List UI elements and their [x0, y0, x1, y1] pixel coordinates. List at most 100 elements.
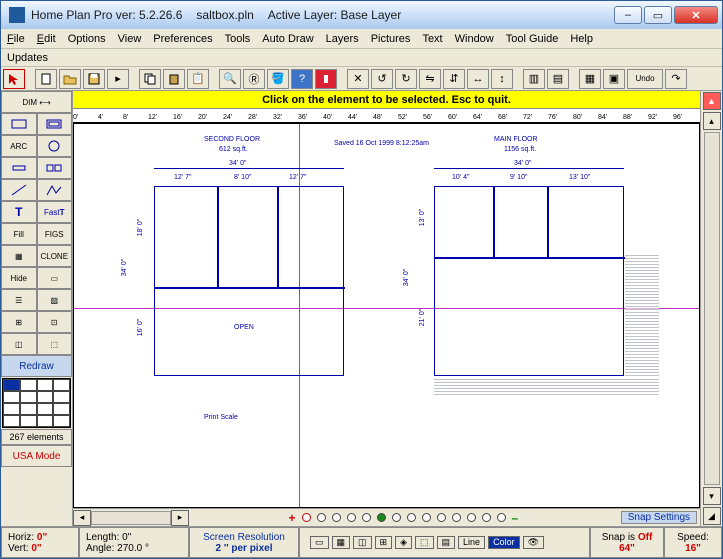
- menu-autodraw[interactable]: Auto Draw: [262, 33, 313, 45]
- align-tool-2[interactable]: ▤: [547, 69, 569, 89]
- clone-button[interactable]: CLONE: [37, 245, 73, 267]
- zoom-dot[interactable]: [347, 513, 356, 522]
- window-tool[interactable]: [37, 157, 73, 179]
- menu-layers[interactable]: Layers: [326, 33, 359, 45]
- menu-options[interactable]: Options: [68, 33, 106, 45]
- redraw-button[interactable]: Redraw: [1, 355, 72, 377]
- color-palette[interactable]: [2, 378, 71, 428]
- maximize-button[interactable]: ▭: [644, 6, 672, 24]
- polyline-tool[interactable]: [37, 179, 73, 201]
- hatch-tool[interactable]: ▦: [1, 245, 37, 267]
- usa-mode-button[interactable]: USA Mode: [1, 445, 72, 467]
- zoom-dot[interactable]: [362, 513, 371, 522]
- help-button[interactable]: ?: [291, 69, 313, 89]
- preview-button[interactable]: 🔍: [219, 69, 241, 89]
- menu-text[interactable]: Text: [422, 33, 442, 45]
- fill-tool[interactable]: 🪣: [267, 69, 289, 89]
- misc-tool-3[interactable]: ◫: [1, 333, 37, 355]
- undo-button[interactable]: Undo: [627, 69, 663, 89]
- pattern-tool[interactable]: ▨: [37, 289, 73, 311]
- status-icon[interactable]: ▤: [437, 536, 456, 550]
- menu-tools[interactable]: Tools: [225, 33, 251, 45]
- status-icon[interactable]: ▭: [310, 536, 329, 550]
- zoom-dot[interactable]: [497, 513, 506, 522]
- menu-window[interactable]: Window: [455, 33, 494, 45]
- exit-button[interactable]: [315, 69, 337, 89]
- align-tool-1[interactable]: ▥: [523, 69, 545, 89]
- v-scroll-track[interactable]: [704, 132, 720, 485]
- open-button[interactable]: [59, 69, 81, 89]
- save-button[interactable]: [83, 69, 105, 89]
- flip-v-button[interactable]: ⇵: [443, 69, 465, 89]
- zoom-dot-current[interactable]: [377, 513, 386, 522]
- flip-h-button[interactable]: ⇋: [419, 69, 441, 89]
- menu-updates[interactable]: Updates: [7, 52, 48, 64]
- arrow-right-icon[interactable]: ▸: [107, 69, 129, 89]
- arc-tool[interactable]: ARC: [1, 135, 37, 157]
- misc-tool-2[interactable]: ⊡: [37, 311, 73, 333]
- redo-button[interactable]: ↷: [665, 69, 687, 89]
- status-icon[interactable]: ◈: [395, 536, 412, 550]
- close-button[interactable]: ✕: [674, 6, 718, 24]
- status-icon[interactable]: ◫: [353, 536, 372, 550]
- color-button[interactable]: Color: [488, 536, 520, 550]
- fast-text-tool[interactable]: FastT: [37, 201, 73, 223]
- scroll-up-button[interactable]: ▴: [703, 112, 721, 130]
- scroll-down-button[interactable]: ▾: [703, 487, 721, 505]
- show-tool[interactable]: ▭: [37, 267, 73, 289]
- menu-edit[interactable]: Edit: [37, 33, 56, 45]
- scroll-right-button[interactable]: ▸: [171, 510, 189, 526]
- misc-tool-4[interactable]: ⬚: [37, 333, 73, 355]
- zoom-out-icon[interactable]: –: [512, 511, 519, 525]
- zoom-dot[interactable]: [467, 513, 476, 522]
- rotate-cw-button[interactable]: ↻: [395, 69, 417, 89]
- status-icon[interactable]: ⬚: [415, 536, 434, 550]
- minimize-button[interactable]: –: [614, 6, 642, 24]
- eye-icon[interactable]: 👁: [523, 536, 544, 550]
- zoom-dot[interactable]: [452, 513, 461, 522]
- copy-button[interactable]: [139, 69, 161, 89]
- pointer-tool[interactable]: [3, 69, 25, 89]
- line-tool[interactable]: [1, 179, 37, 201]
- zoom-dot[interactable]: [407, 513, 416, 522]
- new-button[interactable]: [35, 69, 57, 89]
- dim-v-button[interactable]: ↕: [491, 69, 513, 89]
- paste-button[interactable]: [163, 69, 185, 89]
- dim-tool[interactable]: DIM ⟷: [1, 91, 72, 113]
- menu-preferences[interactable]: Preferences: [153, 33, 212, 45]
- figs-button[interactable]: FIGS: [37, 223, 73, 245]
- misc-tool-1[interactable]: ⊞: [1, 311, 37, 333]
- menu-help[interactable]: Help: [570, 33, 593, 45]
- zoom-dot[interactable]: [422, 513, 431, 522]
- registered-icon[interactable]: Ⓡ: [243, 69, 265, 89]
- scroll-left-button[interactable]: ◂: [73, 510, 91, 526]
- dim-h-button[interactable]: ↔: [467, 69, 489, 89]
- zoom-dot[interactable]: [317, 513, 326, 522]
- zoom-dot[interactable]: [302, 513, 311, 522]
- snap-settings-button[interactable]: Snap Settings: [621, 511, 697, 524]
- marker-up-button[interactable]: ▲: [703, 92, 721, 110]
- layer-tool[interactable]: ▦: [579, 69, 601, 89]
- rect-fill-tool[interactable]: [37, 113, 73, 135]
- status-icon[interactable]: ▦: [332, 536, 351, 550]
- zoom-in-icon[interactable]: +: [289, 511, 296, 525]
- menu-view[interactable]: View: [118, 33, 142, 45]
- clipboard-button[interactable]: 📋: [187, 69, 209, 89]
- zoom-dot[interactable]: [437, 513, 446, 522]
- h-scroll-track[interactable]: [91, 511, 171, 525]
- menu-toolguide[interactable]: Tool Guide: [506, 33, 559, 45]
- rect-tool[interactable]: [1, 113, 37, 135]
- grid-tool[interactable]: ▣: [603, 69, 625, 89]
- fill-button[interactable]: Fill: [1, 223, 37, 245]
- menu-file[interactable]: File: [7, 33, 25, 45]
- zoom-dot[interactable]: [482, 513, 491, 522]
- circle-tool[interactable]: [37, 135, 73, 157]
- status-icon[interactable]: ⊞: [375, 536, 393, 550]
- line-style-button[interactable]: Line: [458, 536, 485, 550]
- door-tool[interactable]: [1, 157, 37, 179]
- stairs-tool[interactable]: ☰: [1, 289, 37, 311]
- zoom-dot[interactable]: [392, 513, 401, 522]
- hide-button[interactable]: Hide: [1, 267, 37, 289]
- zoom-dot[interactable]: [332, 513, 341, 522]
- rotate-ccw-button[interactable]: ↺: [371, 69, 393, 89]
